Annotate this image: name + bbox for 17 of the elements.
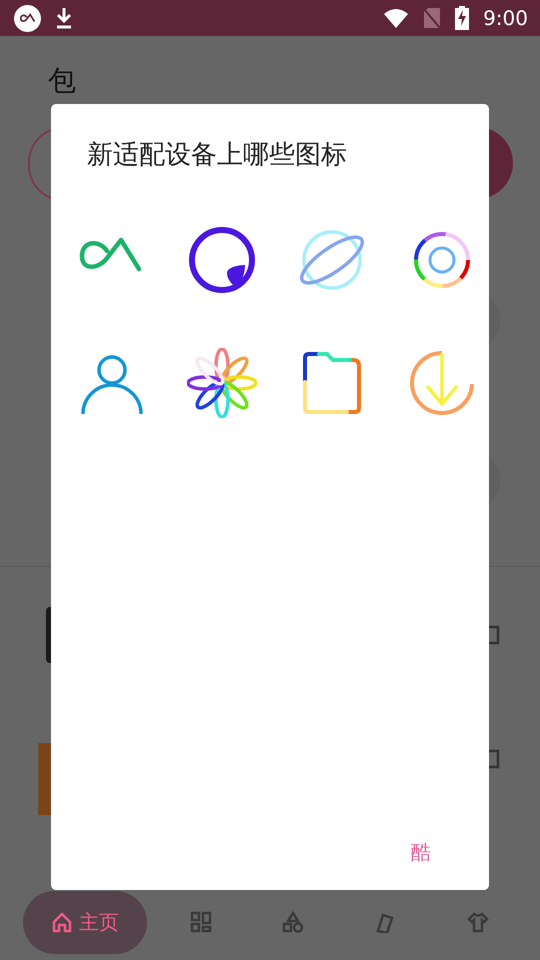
download-icon xyxy=(55,7,73,29)
flower-icon xyxy=(187,348,257,418)
shapes-icon xyxy=(282,911,304,933)
grid-icon xyxy=(190,911,212,933)
confirm-button[interactable]: 酷 xyxy=(405,833,437,872)
nav-label: 主页 xyxy=(79,908,120,936)
nav-tab[interactable]: 主页 xyxy=(23,890,148,954)
page-title: 包 xyxy=(48,66,77,97)
dialog-title: 新适配设备上哪些图标 xyxy=(87,140,348,172)
ring-icon xyxy=(187,225,257,296)
status-time: 9:00 xyxy=(483,6,528,30)
app-logo-icon xyxy=(14,4,41,32)
wifi-icon xyxy=(383,8,410,28)
battery-charging-icon xyxy=(455,6,470,30)
home-icon xyxy=(51,911,74,933)
no-sim-icon xyxy=(423,7,442,29)
shirt-icon xyxy=(466,911,489,933)
